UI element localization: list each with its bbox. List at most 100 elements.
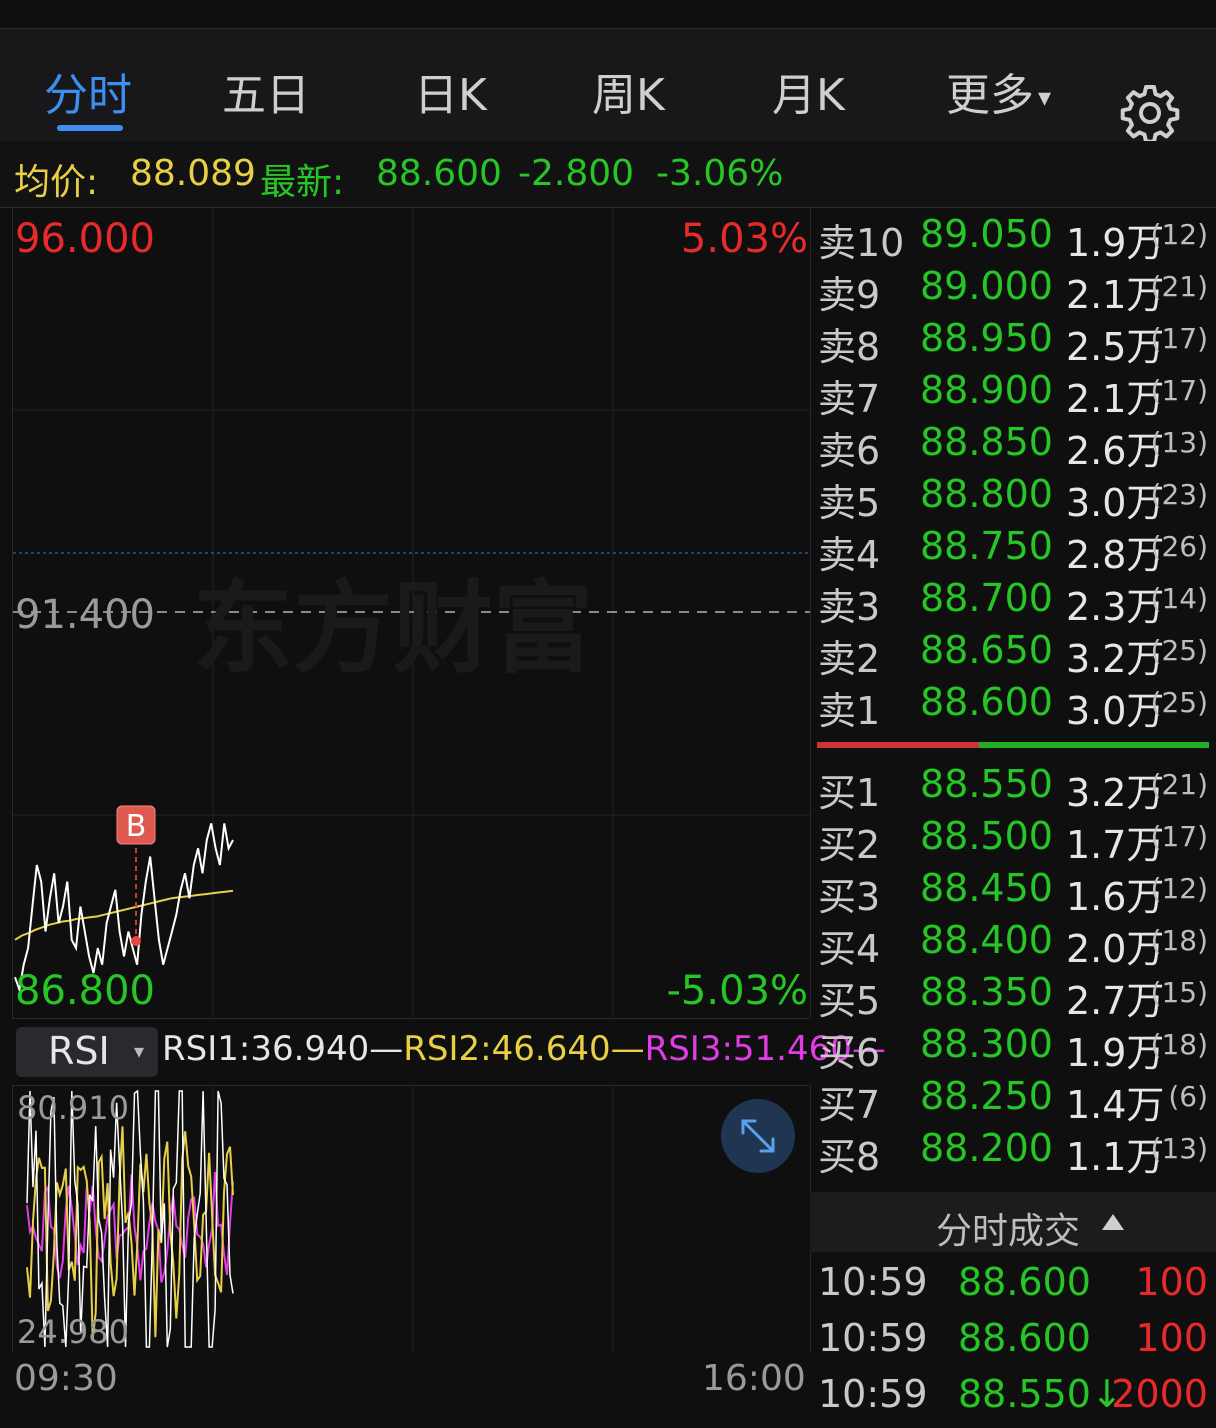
tab-five-day[interactable]: 五日	[222, 59, 310, 123]
buy-level-order-count: (12)	[1150, 872, 1208, 905]
sell-level-row[interactable]: 卖4 88.750 2.8万 (26)	[818, 524, 1212, 577]
tab-monthly-k[interactable]: 月K	[772, 59, 845, 123]
sell-level-price: 88.900	[920, 368, 1053, 412]
buy-level-row[interactable]: 买5 88.350 2.7万 (15)	[818, 970, 1212, 1023]
period-tab-bar: 分时 五日 日K 周K 月K 更多 ▾	[0, 28, 1216, 143]
pct-axis-top-label: 5.03%	[680, 216, 808, 262]
tab-more-label: 更多	[946, 70, 1034, 121]
buy-level-order-count: (18)	[1150, 1028, 1208, 1061]
buy-level-label: 买3	[818, 875, 881, 919]
rsi-y-top-label: 80.910	[17, 1089, 129, 1127]
buy-level-row[interactable]: 买4 88.400 2.0万 (18)	[818, 918, 1212, 971]
sell-level-order-count: (17)	[1150, 322, 1208, 355]
buy-level-price: 88.300	[920, 1022, 1053, 1066]
sell-level-price: 88.800	[920, 472, 1053, 516]
buy-level-price: 88.500	[920, 814, 1053, 858]
trade-price: 88.550↓	[958, 1372, 1123, 1416]
sell-level-order-count: (13)	[1150, 426, 1208, 459]
buy-level-row[interactable]: 买6 88.300 1.9万 (18)	[818, 1022, 1212, 1075]
trade-price: 88.600	[958, 1260, 1091, 1304]
buy-level-label: 买4	[818, 927, 881, 971]
sell-level-label: 卖8	[818, 325, 881, 369]
rsi1-value: RSI1:36.940	[162, 1029, 370, 1069]
sell-level-order-count: (21)	[1150, 270, 1208, 303]
latest-price-value: 88.600	[376, 153, 502, 194]
avg-price-label: 均价:	[14, 162, 99, 203]
gear-icon[interactable]	[1120, 83, 1180, 143]
sell-level-price: 89.000	[920, 264, 1053, 308]
sell-level-price: 88.850	[920, 420, 1053, 464]
buy-level-label: 买6	[818, 1031, 881, 1075]
trade-row: 10:59 88.600 100	[818, 1316, 1212, 1372]
y-axis-mid-label: 91.400	[15, 592, 155, 638]
buy-level-order-count: (15)	[1150, 976, 1208, 1009]
sell-level-row[interactable]: 卖5 88.800 3.0万 (23)	[818, 472, 1212, 525]
sell-level-row[interactable]: 卖2 88.650 3.2万 (25)	[818, 628, 1212, 681]
sell-level-row[interactable]: 卖9 89.000 2.1万 (21)	[818, 264, 1212, 317]
sell-level-row[interactable]: 卖3 88.700 2.3万 (14)	[818, 576, 1212, 629]
sell-level-label: 卖2	[818, 637, 881, 681]
buy-level-row[interactable]: 买3 88.450 1.6万 (12)	[818, 866, 1212, 919]
chevron-down-icon: ▾	[1038, 83, 1052, 113]
expand-chart-button[interactable]	[721, 1099, 795, 1173]
price-change-percent: -3.06%	[656, 153, 784, 194]
trade-price: 88.600	[958, 1316, 1091, 1360]
expand-icon	[741, 1119, 775, 1153]
price-change: -2.800	[518, 153, 635, 194]
sell-level-row[interactable]: 卖10 89.050 1.9万 (12)	[818, 212, 1212, 265]
x-axis-start-label: 09:30	[14, 1358, 118, 1399]
sell-level-label: 卖7	[818, 377, 881, 421]
sell-level-order-count: (17)	[1150, 374, 1208, 407]
sell-level-label: 卖1	[818, 689, 881, 733]
rsi2-legend-line: —	[610, 1029, 645, 1069]
rsi1-legend-line: —	[369, 1029, 404, 1069]
sell-level-price: 88.750	[920, 524, 1053, 568]
sell-level-price: 88.650	[920, 628, 1053, 672]
sell-level-label: 卖6	[818, 429, 881, 473]
trade-time: 10:59	[818, 1260, 928, 1304]
intraday-chart[interactable]: 东方财富 B 96.000 5.03% 91.400 86.800 -5.03%	[12, 208, 811, 1018]
trade-volume: 100	[1135, 1316, 1208, 1360]
sell-level-row[interactable]: 卖1 88.600 3.0万 (25)	[818, 680, 1212, 733]
rsi-chart[interactable]: 80.910 24.980	[12, 1085, 811, 1353]
tab-daily-k[interactable]: 日K	[414, 59, 487, 123]
tab-more[interactable]: 更多 ▾	[946, 59, 1051, 123]
sell-level-row[interactable]: 卖7 88.900 2.1万 (17)	[818, 368, 1212, 421]
sell-level-price: 89.050	[920, 212, 1053, 256]
sell-level-label: 卖5	[818, 481, 881, 525]
sell-level-order-count: (12)	[1150, 218, 1208, 251]
indicator-select-label: RSI	[48, 1029, 110, 1073]
tab-weekly-k[interactable]: 周K	[592, 59, 665, 123]
sell-level-price: 88.950	[920, 316, 1053, 360]
sell-level-row[interactable]: 卖8 88.950 2.5万 (17)	[818, 316, 1212, 369]
sell-level-order-count: (25)	[1150, 634, 1208, 667]
sell-level-order-count: (25)	[1150, 686, 1208, 719]
indicator-bar: RSI ▾ RSI1:36.940—RSI2:46.640—RSI3:51.46…	[12, 1018, 886, 1086]
buy-level-row[interactable]: 买1 88.550 3.2万 (21)	[818, 762, 1212, 815]
buy-level-price: 88.450	[920, 866, 1053, 910]
tab-intraday[interactable]: 分时	[44, 59, 132, 123]
price-info-bar: 均价: 88.089 最新: 88.600 -2.800 -3.06%	[0, 141, 1216, 208]
buy-level-volume: 1.4万	[1066, 1083, 1165, 1127]
sell-level-label: 卖10	[818, 221, 905, 265]
buy-level-order-count: (18)	[1150, 924, 1208, 957]
rsi2-line	[26, 1126, 234, 1340]
rsi-values: RSI1:36.940—RSI2:46.640—RSI3:51.460—	[162, 1029, 886, 1069]
buy-level-price: 88.350	[920, 970, 1053, 1014]
trade-row: 10:59 88.550↓ 2000	[818, 1372, 1212, 1428]
buy-level-label: 买2	[818, 823, 881, 867]
sell-level-order-count: (26)	[1150, 530, 1208, 563]
trades-panel-header[interactable]: 分时成交	[810, 1192, 1216, 1252]
buy-level-row[interactable]: 买2 88.500 1.7万 (17)	[818, 814, 1212, 867]
chevron-up-icon	[1102, 1214, 1124, 1230]
buy-level-label: 买8	[818, 1135, 881, 1179]
buy-level-row[interactable]: 买7 88.250 1.4万 (6)	[818, 1074, 1212, 1127]
sell-level-row[interactable]: 卖6 88.850 2.6万 (13)	[818, 420, 1212, 473]
buy-level-price: 88.200	[920, 1126, 1053, 1170]
buy-level-row[interactable]: 买8 88.200 1.1万 (13)	[818, 1126, 1212, 1179]
indicator-select[interactable]: RSI ▾	[16, 1027, 158, 1077]
sell-level-label: 卖9	[818, 273, 881, 317]
buy-level-order-count: (21)	[1150, 768, 1208, 801]
sell-level-order-count: (14)	[1150, 582, 1208, 615]
buy-level-label: 买7	[818, 1083, 881, 1127]
